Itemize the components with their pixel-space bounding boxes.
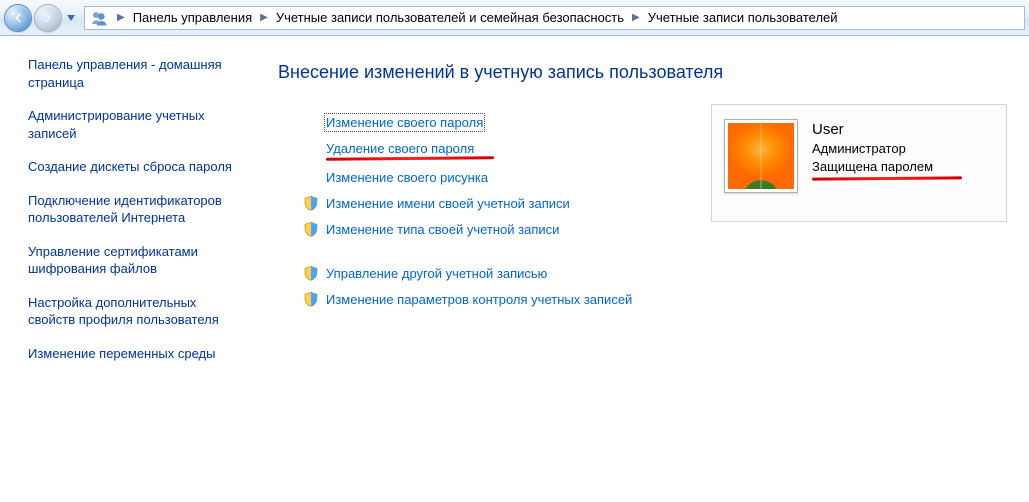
sidebar-item-env-vars[interactable]: Изменение переменных среды (28, 345, 238, 363)
user-accounts-icon (89, 8, 109, 28)
sidebar-item-advanced-profile[interactable]: Настройка дополнительных свойств профиля… (28, 294, 238, 329)
breadcrumb-item-user-accounts[interactable]: Учетные записи пользователей (646, 10, 840, 25)
link-manage-other[interactable]: Управление другой учетной записью (326, 266, 547, 281)
user-role: Администратор (812, 140, 962, 158)
link-change-type[interactable]: Изменение типа своей учетной записи (326, 222, 559, 237)
forward-button[interactable] (34, 4, 62, 32)
history-dropdown[interactable] (64, 7, 78, 29)
sidebar-item-encryption-certs[interactable]: Управление сертификатами шифрования файл… (28, 243, 238, 278)
user-info: User Администратор Защищена паролем (812, 119, 962, 180)
breadcrumb-separator: ▶ (626, 12, 646, 23)
sidebar-item-password-reset-disk[interactable]: Создание дискеты сброса пароля (28, 158, 238, 176)
annotation-underline (326, 156, 494, 160)
avatar (724, 119, 798, 193)
main-content: Внесение изменений в учетную запись поль… (252, 36, 1029, 502)
sidebar-item-home[interactable]: Панель управления - домашняя страница (28, 56, 238, 91)
page-title: Внесение изменений в учетную запись поль… (278, 62, 1009, 83)
user-status: Защищена паролем (812, 158, 962, 176)
breadcrumb-separator: ▶ (254, 12, 274, 23)
link-uac-settings[interactable]: Изменение параметров контроля учетных за… (326, 292, 632, 307)
link-change-password[interactable]: Изменение своего пароля (326, 115, 483, 130)
annotation-underline (812, 177, 962, 181)
breadcrumb-item-family-safety[interactable]: Учетные записи пользователей и семейная … (274, 10, 626, 25)
arrow-right-icon (41, 11, 55, 25)
avatar-image (728, 123, 794, 189)
sidebar: Панель управления - домашняя страница Ад… (0, 36, 252, 502)
shield-icon (302, 220, 320, 238)
shield-icon (302, 290, 320, 308)
breadcrumb-separator: ▶ (111, 12, 131, 23)
shield-icon (302, 264, 320, 282)
sidebar-item-online-ids[interactable]: Подключение идентификаторов пользователе… (28, 192, 238, 227)
breadcrumb[interactable]: ▶ Панель управления ▶ Учетные записи пол… (84, 6, 1025, 30)
back-button[interactable] (4, 4, 32, 32)
arrow-left-icon (11, 11, 25, 25)
chevron-down-icon (67, 15, 75, 21)
sidebar-item-manage-accounts[interactable]: Администрирование учетных записей (28, 107, 238, 142)
breadcrumb-item-control-panel[interactable]: Панель управления (131, 10, 254, 25)
shield-icon (302, 194, 320, 212)
navigation-bar: ▶ Панель управления ▶ Учетные записи пол… (0, 0, 1029, 36)
user-account-card: User Администратор Защищена паролем (711, 104, 1007, 222)
link-change-picture[interactable]: Изменение своего рисунка (326, 170, 488, 185)
link-change-name[interactable]: Изменение имени своей учетной записи (326, 196, 570, 211)
link-remove-password[interactable]: Удаление своего пароля (326, 141, 474, 156)
user-name: User (812, 119, 962, 140)
